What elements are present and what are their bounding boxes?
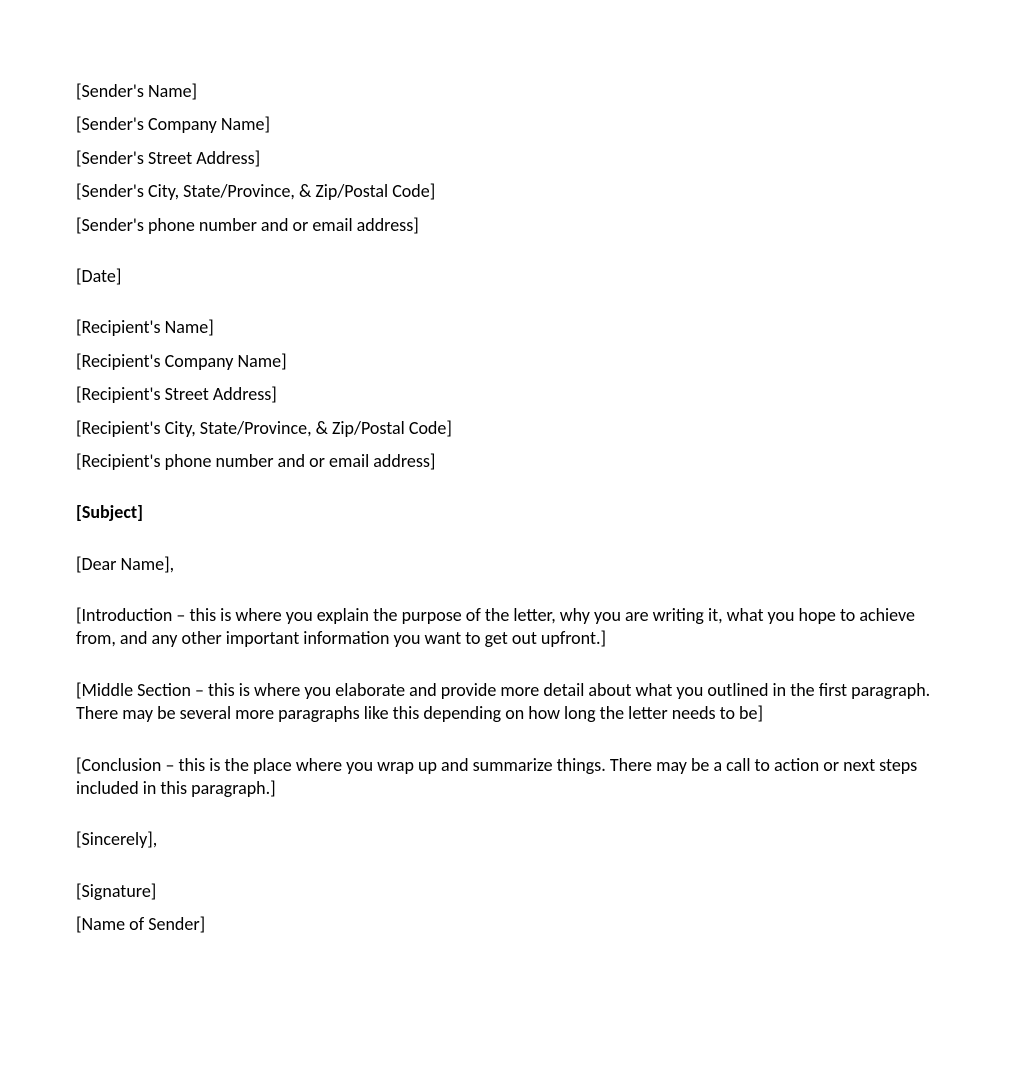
sender-block: [Sender's Name] [Sender's Company Name] …	[76, 80, 933, 237]
closing: [Sincerely],	[76, 828, 933, 851]
recipient-block: [Recipient's Name] [Recipient's Company …	[76, 316, 933, 473]
subject-block: [Subject]	[76, 501, 933, 524]
sender-name: [Sender's Name]	[76, 80, 933, 103]
salutation-block: [Dear Name],	[76, 553, 933, 576]
sender-company: [Sender's Company Name]	[76, 113, 933, 136]
date: [Date]	[76, 265, 933, 288]
recipient-street: [Recipient's Street Address]	[76, 383, 933, 406]
recipient-name: [Recipient's Name]	[76, 316, 933, 339]
subject: [Subject]	[76, 501, 933, 524]
recipient-company: [Recipient's Company Name]	[76, 350, 933, 373]
sender-city-state-zip: [Sender's City, State/Province, & Zip/Po…	[76, 180, 933, 203]
sender-contact: [Sender's phone number and or email addr…	[76, 214, 933, 237]
conclusion-paragraph: [Conclusion – this is the place where yo…	[76, 754, 933, 801]
middle-paragraph: [Middle Section – this is where you elab…	[76, 679, 933, 726]
signature-block: [Signature] [Name of Sender]	[76, 880, 933, 937]
recipient-contact: [Recipient's phone number and or email a…	[76, 450, 933, 473]
closing-block: [Sincerely],	[76, 828, 933, 851]
signature-name: [Name of Sender]	[76, 913, 933, 936]
recipient-city-state-zip: [Recipient's City, State/Province, & Zip…	[76, 417, 933, 440]
salutation: [Dear Name],	[76, 553, 933, 576]
signature: [Signature]	[76, 880, 933, 903]
introduction-paragraph: [Introduction – this is where you explai…	[76, 604, 933, 651]
date-block: [Date]	[76, 265, 933, 288]
sender-street: [Sender's Street Address]	[76, 147, 933, 170]
